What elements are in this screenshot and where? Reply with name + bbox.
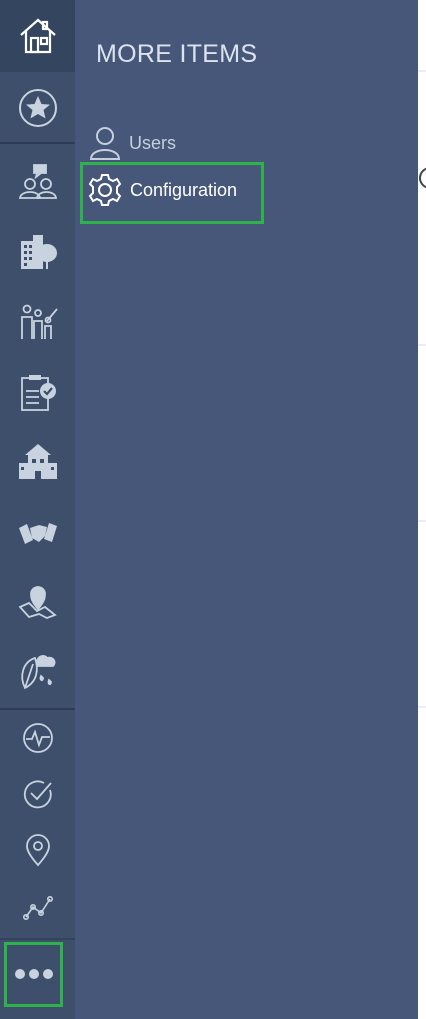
user-icon xyxy=(89,126,121,160)
rail-item-locations[interactable] xyxy=(0,826,75,874)
location-icon xyxy=(24,833,52,867)
handshake-icon xyxy=(17,514,59,550)
rail-divider xyxy=(0,938,75,940)
panel-title: MORE ITEMS xyxy=(96,40,258,68)
home-icon xyxy=(18,16,58,56)
rail-item-favorites[interactable] xyxy=(0,78,75,138)
rail-item-analytics[interactable] xyxy=(0,884,75,932)
gear-icon xyxy=(88,173,122,207)
rail-item-family[interactable] xyxy=(0,292,75,352)
rail-item-city[interactable] xyxy=(0,222,75,282)
rail-divider xyxy=(0,708,75,710)
home-button[interactable] xyxy=(0,0,75,72)
more-button[interactable] xyxy=(5,945,62,1003)
background-divider xyxy=(418,706,426,708)
background-divider xyxy=(418,344,426,346)
rail-item-environment[interactable] xyxy=(0,640,75,700)
graph-icon xyxy=(22,895,53,921)
rail-item-tasks[interactable] xyxy=(0,770,75,818)
city-buildings-icon xyxy=(17,231,59,273)
school-building-icon xyxy=(17,441,59,483)
rail-item-checklist[interactable] xyxy=(0,362,75,422)
rail-item-activity[interactable] xyxy=(0,714,75,762)
map-pin-icon xyxy=(17,581,59,623)
rail-item-partnerships[interactable] xyxy=(0,502,75,562)
checklist-icon xyxy=(17,371,59,413)
menu-item-label: Users xyxy=(129,132,177,153)
family-icon xyxy=(17,301,59,343)
more-icon xyxy=(13,968,55,980)
people-chat-icon xyxy=(17,162,59,202)
rail-item-map[interactable] xyxy=(0,572,75,632)
star-icon xyxy=(17,87,59,129)
check-circle-icon xyxy=(22,778,54,810)
background-divider xyxy=(418,520,426,522)
menu-item-configuration[interactable]: Configuration xyxy=(88,170,237,210)
weather-leaf-icon xyxy=(17,648,59,692)
icon-rail xyxy=(0,0,75,1019)
menu-item-label: Configuration xyxy=(130,179,238,200)
background-icon xyxy=(418,164,426,192)
rail-item-school[interactable] xyxy=(0,432,75,492)
menu-item-users[interactable]: Users xyxy=(89,124,176,162)
background-divider xyxy=(418,70,426,72)
background-page-edge xyxy=(418,0,426,1019)
activity-icon xyxy=(22,722,54,754)
rail-item-people[interactable] xyxy=(0,152,75,212)
rail-divider xyxy=(0,142,75,144)
